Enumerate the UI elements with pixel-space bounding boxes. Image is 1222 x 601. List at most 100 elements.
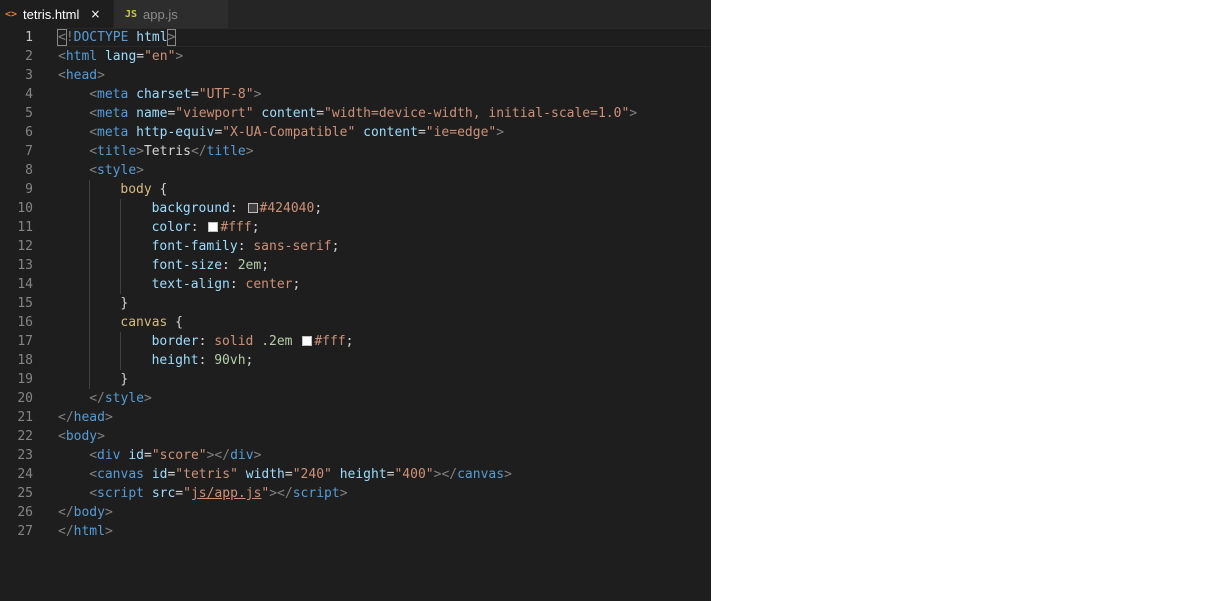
code-token-punc: < bbox=[89, 87, 98, 102]
code-line[interactable]: 1 <!DOCTYPE html> bbox=[0, 28, 711, 47]
code-token-text: } bbox=[120, 296, 129, 311]
indent-guide bbox=[120, 199, 122, 218]
code-token-punc: </ bbox=[58, 505, 74, 520]
code-line[interactable]: 20 </style> bbox=[0, 389, 711, 408]
code-token-punc: < bbox=[58, 429, 66, 444]
code-line[interactable]: 14 text-align: center; bbox=[0, 275, 711, 294]
code-line[interactable]: 22 <body> bbox=[0, 427, 711, 446]
color-swatch[interactable] bbox=[247, 203, 258, 213]
code-token-attr: lang bbox=[104, 49, 137, 64]
color-swatch[interactable] bbox=[208, 222, 219, 232]
code-token-tag: head bbox=[73, 410, 105, 425]
code-token-tag: DOCTYPE bbox=[73, 30, 129, 45]
code-line[interactable]: 17 border: solid .2em #fff; bbox=[0, 332, 711, 351]
line-number: 25 bbox=[17, 486, 33, 501]
code-token-attr: id bbox=[128, 448, 144, 463]
code-token-val: #fff bbox=[314, 334, 346, 349]
code-line[interactable]: 4 <meta charset="UTF-8"> bbox=[0, 85, 711, 104]
code-text: <!DOCTYPE html> bbox=[57, 28, 177, 47]
code-token-link: js/app.js bbox=[190, 486, 262, 501]
tab-label: tetris.html bbox=[23, 6, 80, 22]
code-line[interactable]: 19} bbox=[0, 370, 711, 389]
indent-guide bbox=[120, 218, 122, 237]
code-token-attr: content bbox=[261, 106, 317, 121]
indent-guide bbox=[120, 332, 122, 351]
code-token-str: "ie=edge" bbox=[425, 125, 497, 140]
code-line[interactable]: 5 <meta name="viewport" content="width=de… bbox=[0, 104, 711, 123]
code-line[interactable]: 21 </head> bbox=[0, 408, 711, 427]
line-number: 17 bbox=[17, 334, 33, 349]
code-text: } bbox=[120, 294, 128, 313]
color-swatch[interactable] bbox=[302, 336, 313, 346]
indent-guide bbox=[89, 218, 91, 237]
line-number: 21 bbox=[17, 410, 33, 425]
code-token-punc: > bbox=[136, 144, 144, 159]
code-token-tag: style bbox=[97, 163, 137, 178]
code-token-tag: html bbox=[65, 49, 98, 64]
indent-guide bbox=[89, 237, 91, 256]
code-token-punc: > bbox=[253, 448, 262, 463]
code-token-sel: canvas bbox=[120, 315, 168, 330]
code-line[interactable]: 9 body { bbox=[0, 180, 711, 199]
code-line[interactable]: 8 <style> bbox=[0, 161, 711, 180]
code-line[interactable]: 27 </html> bbox=[0, 522, 711, 541]
code-area[interactable]: 1 <!DOCTYPE html> 2 <html lang="en"> 3 <head>… bbox=[0, 28, 711, 541]
code-token-str: "viewport" bbox=[175, 106, 254, 121]
code-editor[interactable]: <> tetris.html × JS app.js 1 <!DOCTYPE ht… bbox=[0, 0, 711, 601]
code-token-tag: meta bbox=[97, 106, 129, 121]
code-line[interactable]: 24 <canvas id="tetris" width="240" height… bbox=[0, 465, 711, 484]
code-token-tag: div bbox=[230, 448, 254, 463]
code-token-tag: script bbox=[97, 486, 144, 501]
code-token-punc: </ bbox=[190, 144, 207, 159]
code-token-str: "400" bbox=[394, 467, 434, 482]
line-number: 5 bbox=[25, 106, 33, 121]
code-line[interactable]: 12 font-family: sans-serif; bbox=[0, 237, 711, 256]
code-token-val: #424040 bbox=[259, 201, 315, 216]
line-number: 19 bbox=[17, 372, 33, 387]
code-line[interactable]: 7 <title>Tetris</title> bbox=[0, 142, 711, 161]
code-token-punc: </ bbox=[58, 410, 74, 425]
code-line[interactable]: 2 <html lang="en"> bbox=[0, 47, 711, 66]
code-token-num: 2em bbox=[237, 258, 262, 273]
code-line[interactable]: 25 <script src="js/app.js"></script> bbox=[0, 484, 711, 503]
code-line[interactable]: 16 canvas { bbox=[0, 313, 711, 332]
code-line[interactable]: 26 </body> bbox=[0, 503, 711, 522]
code-token-text: = bbox=[143, 448, 152, 463]
line-number: 20 bbox=[17, 391, 33, 406]
code-token-str: "width=device-width, initial-scale=1.0" bbox=[324, 106, 630, 121]
code-token-text: : bbox=[229, 277, 246, 292]
code-token-prop: color bbox=[151, 220, 191, 235]
code-text: canvas { bbox=[120, 313, 183, 332]
code-token-attr: http-equiv bbox=[136, 125, 215, 140]
code-token-tag: canvas bbox=[97, 467, 144, 482]
code-token-tag: div bbox=[97, 448, 121, 463]
code-token-text: } bbox=[120, 372, 129, 387]
code-line[interactable]: 11 color: #fff; bbox=[0, 218, 711, 237]
code-line[interactable]: 3 <head> bbox=[0, 66, 711, 85]
code-token-punc: > bbox=[104, 410, 113, 425]
code-token-text: { bbox=[167, 315, 184, 330]
code-token-prop: font-family bbox=[151, 239, 238, 254]
code-token-punc: < bbox=[89, 125, 98, 140]
line-number: 22 bbox=[17, 429, 33, 444]
line-number: 6 bbox=[25, 125, 33, 140]
code-token-punc: ></ bbox=[269, 486, 293, 501]
code-line[interactable]: 13 font-size: 2em; bbox=[0, 256, 711, 275]
code-token-str: "tetris" bbox=[175, 467, 238, 482]
code-text: <canvas id="tetris" width="240" height="… bbox=[89, 465, 512, 484]
code-token-prop: background bbox=[151, 201, 230, 216]
tab-app-js[interactable]: JS app.js bbox=[114, 0, 228, 28]
code-line[interactable]: 10 background: #424040; bbox=[0, 199, 711, 218]
tab-tetris-html[interactable]: <> tetris.html × bbox=[0, 0, 113, 28]
close-icon[interactable]: × bbox=[90, 7, 100, 21]
code-token-punc: ></ bbox=[433, 467, 458, 482]
line-number: 24 bbox=[17, 467, 33, 482]
code-line[interactable]: 18 height: 90vh; bbox=[0, 351, 711, 370]
code-line[interactable]: 15} bbox=[0, 294, 711, 313]
code-line[interactable]: 6 <meta http-equiv = "X-UA-Compatible" cont… bbox=[0, 123, 711, 142]
code-line[interactable]: 23 <div id="score"></div> bbox=[0, 446, 711, 465]
